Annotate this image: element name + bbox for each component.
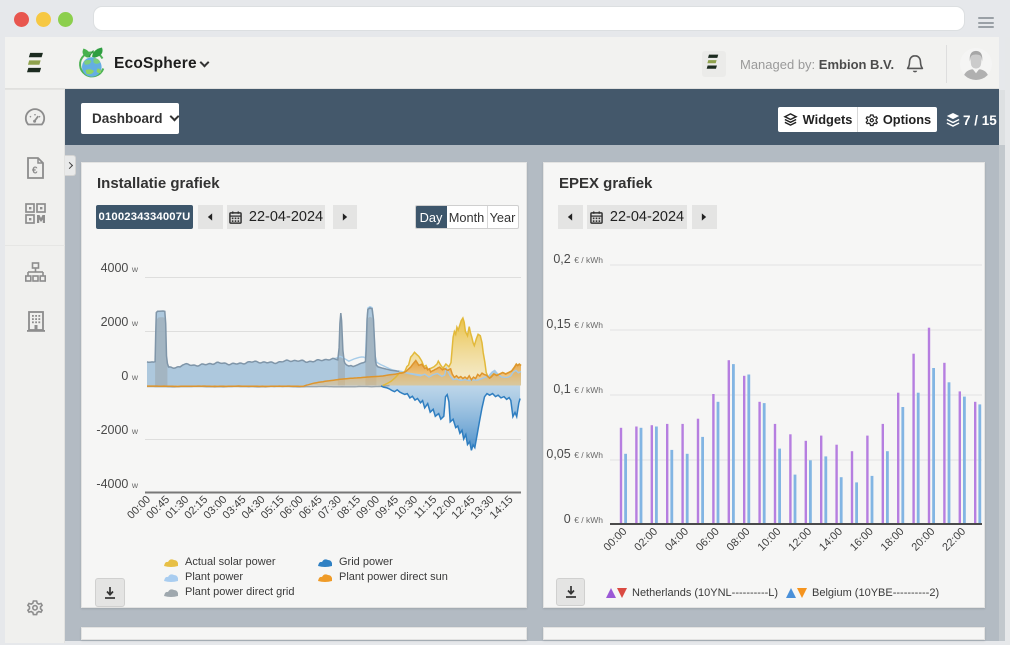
svg-text:€: €	[32, 166, 38, 177]
